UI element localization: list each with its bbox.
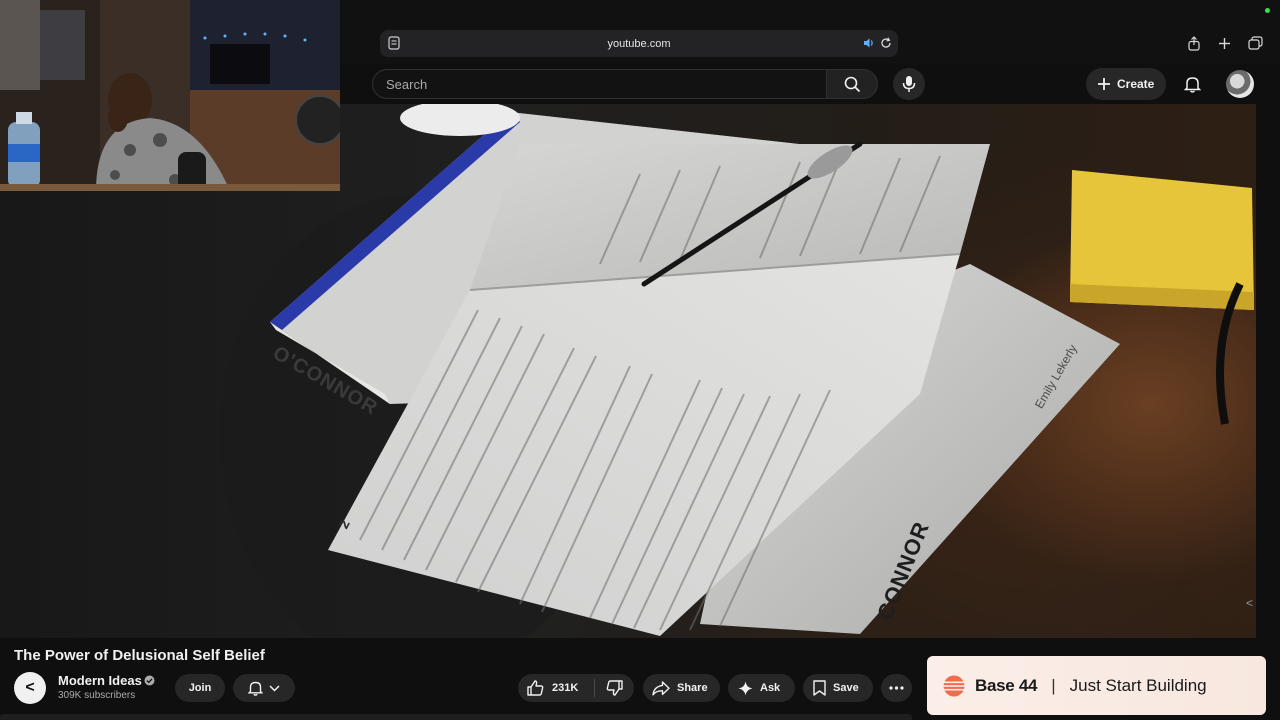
search-icon — [844, 76, 860, 92]
ad-brand-name: Base 44 — [975, 675, 1038, 695]
search-input[interactable] — [373, 70, 826, 98]
youtube-header: Create — [340, 64, 1280, 104]
create-button[interactable]: Create — [1086, 68, 1166, 100]
verified-icon — [144, 675, 155, 686]
bookmark-icon — [813, 680, 826, 696]
create-label: Create — [1117, 77, 1155, 91]
voice-search-button[interactable] — [893, 68, 925, 100]
url-text[interactable]: youtube.com — [608, 38, 671, 50]
subscription-notification-button[interactable] — [233, 674, 295, 702]
chevron-down-icon — [269, 684, 280, 692]
subscriber-count: 309K subscribers — [58, 690, 136, 701]
tab-overview-button[interactable] — [1246, 34, 1264, 52]
ad-tagline: Just Start Building — [1069, 675, 1207, 695]
notifications-button[interactable] — [1178, 70, 1206, 98]
chevron-left-icon[interactable]: < — [1246, 596, 1253, 610]
share-arrow-icon — [652, 680, 670, 695]
new-tab-button[interactable] — [1215, 34, 1233, 52]
reload-icon[interactable] — [879, 36, 893, 50]
search-box[interactable] — [372, 69, 826, 99]
like-button[interactable]: 231K — [518, 674, 594, 702]
more-actions-button[interactable] — [881, 674, 912, 702]
search-button[interactable] — [826, 69, 878, 99]
bell-icon — [1183, 77, 1201, 93]
share-icon — [1188, 35, 1200, 51]
like-dislike-group: 231K — [518, 674, 634, 702]
audio-playing-icon[interactable] — [862, 36, 876, 50]
status-dot — [1265, 8, 1270, 13]
dislike-button[interactable] — [595, 674, 634, 702]
address-bar[interactable]: youtube.com — [380, 30, 898, 57]
video-edge — [1256, 104, 1280, 638]
join-label: Join — [188, 682, 212, 694]
channel-name[interactable]: Modern Ideas — [58, 673, 142, 688]
plus-icon — [1098, 78, 1110, 90]
sponsored-ad-card[interactable]: Base 44 | Just Start Building — [927, 656, 1266, 715]
save-button[interactable]: Save — [803, 674, 873, 702]
ask-label: Ask — [760, 682, 781, 694]
ask-button[interactable]: Ask — [728, 674, 795, 702]
like-count: 231K — [552, 682, 579, 694]
channel-avatar[interactable]: < — [14, 672, 46, 704]
more-horizontal-icon — [889, 686, 904, 690]
tabs-icon — [1247, 36, 1263, 50]
microphone-icon — [902, 76, 916, 92]
account-avatar[interactable] — [1226, 70, 1254, 98]
base44-logo-icon — [943, 675, 965, 696]
video-title: The Power of Delusional Self Belief — [14, 647, 265, 664]
share-button[interactable]: Share — [643, 674, 720, 702]
share-page-button[interactable] — [1185, 34, 1203, 52]
sparkle-icon — [738, 681, 753, 695]
webcam-scene — [0, 0, 340, 191]
save-label: Save — [833, 682, 859, 694]
page-settings-icon[interactable] — [388, 36, 400, 50]
channel-avatar-glyph: < — [25, 679, 35, 696]
plus-icon — [1218, 37, 1230, 49]
bell-icon — [248, 681, 263, 696]
join-button[interactable]: Join — [175, 674, 225, 702]
ad-separator: | — [1051, 675, 1056, 695]
thumbs-up-icon — [527, 680, 544, 696]
webcam-overlay — [0, 0, 340, 191]
description-panel-edge — [0, 714, 912, 720]
share-label: Share — [677, 682, 708, 694]
thumbs-down-icon — [606, 680, 623, 696]
